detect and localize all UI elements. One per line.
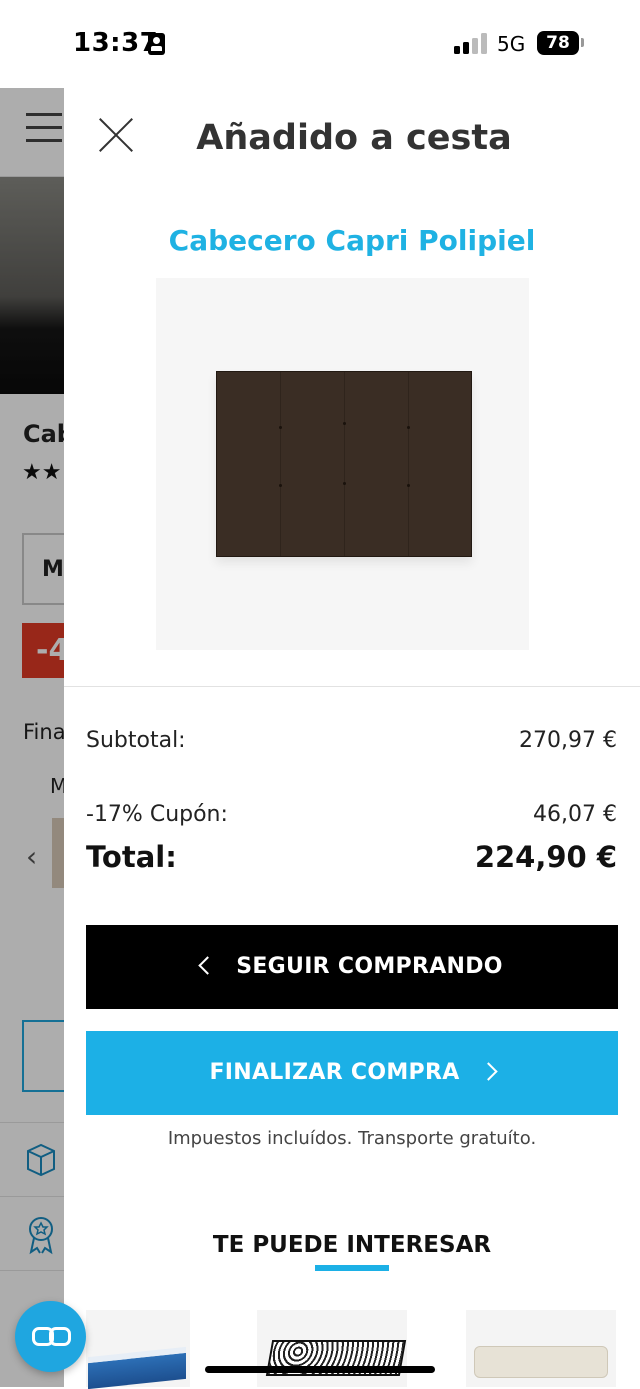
recommendations-title: TE PUEDE INTERESAR xyxy=(212,1232,492,1258)
divider xyxy=(64,686,640,687)
status-time: 13:37 xyxy=(73,28,159,58)
recommendations-underline xyxy=(315,1265,389,1271)
drawer-title: Añadido a cesta xyxy=(196,118,512,158)
continue-shopping-label: SEGUIR COMPRANDO xyxy=(236,954,503,979)
product-image[interactable] xyxy=(156,278,529,650)
id-card-icon xyxy=(148,33,165,55)
recommended-product-card[interactable] xyxy=(466,1310,616,1387)
recommended-product-card[interactable] xyxy=(86,1310,190,1389)
battery-icon: 78 xyxy=(537,31,579,55)
checkout-label: FINALIZAR COMPRA xyxy=(209,1060,460,1085)
coupon-value: 46,07 € xyxy=(533,802,617,827)
recommended-product-card[interactable] xyxy=(257,1310,407,1387)
chat-button[interactable] xyxy=(15,1301,86,1372)
product-name-link[interactable]: Cabecero Capri Polipiel xyxy=(64,224,640,257)
checkout-button[interactable]: FINALIZAR COMPRA xyxy=(86,1031,618,1115)
network-type: 5G xyxy=(497,32,526,56)
added-to-cart-drawer: Añadido a cesta Cabecero Capri Polipiel … xyxy=(64,88,640,1389)
subtotal-value: 270,97 € xyxy=(519,728,617,753)
signal-icon xyxy=(454,32,488,54)
battery-tip xyxy=(581,38,584,47)
status-bar: 13:37 5G 78 xyxy=(0,0,640,88)
chevron-right-icon xyxy=(478,1061,498,1081)
total-value: 224,90 € xyxy=(474,840,617,874)
headboard-picture xyxy=(216,371,472,557)
total-label: Total: xyxy=(86,840,177,874)
mattress-image xyxy=(474,1346,608,1378)
subtotal-label: Subtotal: xyxy=(86,728,186,753)
home-indicator[interactable] xyxy=(205,1366,435,1373)
continue-shopping-button[interactable]: SEGUIR COMPRANDO xyxy=(86,925,618,1009)
chevron-left-icon xyxy=(198,955,217,975)
mattress-image xyxy=(88,1346,186,1389)
coupon-label: -17% Cupón: xyxy=(86,802,228,827)
tax-shipping-note: Impuestos incluídos. Transporte gratuíto… xyxy=(167,1128,537,1149)
